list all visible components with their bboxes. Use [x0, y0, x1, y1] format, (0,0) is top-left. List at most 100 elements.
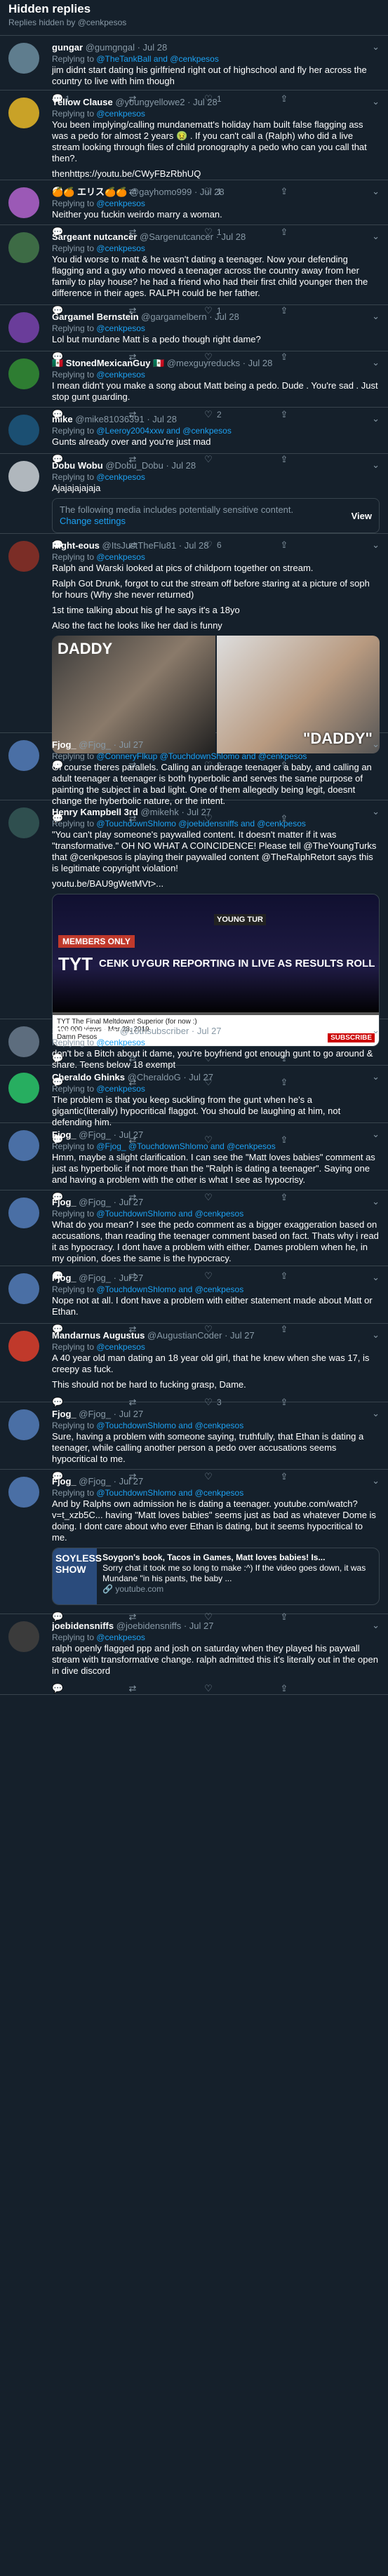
reply-mention-link[interactable]: @cenkpesos: [96, 1632, 145, 1642]
chevron-down-icon[interactable]: ⌄: [372, 311, 380, 322]
reply-mention-link[interactable]: @cenkpesos: [96, 472, 145, 482]
reply-mention-link[interactable]: @cenkpesos: [96, 323, 145, 333]
display-name[interactable]: 10thsubscriber: [52, 1026, 117, 1036]
tweet[interactable]: ⌄ Fjog_ @Fjog_ · Jul 27 Replying to @Conne…: [0, 733, 388, 824]
avatar[interactable]: [8, 1273, 39, 1304]
reply-mention-link[interactable]: @cenkpesos: [96, 552, 145, 562]
share-icon[interactable]: ⇪: [279, 1683, 289, 1694]
tweet[interactable]: ⌄ Right-eous @ItsJustTheFlu81 · Jul 28 Rep…: [0, 534, 388, 770]
reply-mention-link[interactable]: @cenkpesos: [96, 370, 145, 380]
link-card-thumbnail[interactable]: SOYLESS SHOW: [53, 1548, 102, 1604]
reply-mention-link[interactable]: @cenkpesos: [96, 109, 145, 119]
tweet[interactable]: ⌄ 🇲🇽 StonedMexicanGuy 🇲🇽 @mexguyreducks ·…: [0, 351, 388, 420]
chevron-down-icon[interactable]: ⌄: [372, 539, 380, 551]
chevron-down-icon[interactable]: ⌄: [372, 1329, 380, 1341]
display-name[interactable]: Fjog_: [52, 1273, 76, 1283]
video-frame[interactable]: MEMBERS ONLY TYT CENK UYGUR REPORTING IN L…: [53, 894, 379, 1015]
chevron-down-icon[interactable]: ⌄: [372, 96, 380, 107]
reply-mention-link[interactable]: @TouchdownShlomo and @cenkpesos: [96, 1209, 243, 1219]
like-button[interactable]: ♡: [203, 1683, 279, 1694]
chevron-down-icon[interactable]: ⌄: [372, 357, 380, 368]
chevron-down-icon[interactable]: ⌄: [372, 1272, 380, 1283]
avatar[interactable]: [8, 98, 39, 128]
chevron-down-icon[interactable]: ⌄: [372, 1071, 380, 1082]
avatar[interactable]: [8, 358, 39, 389]
display-name[interactable]: gungar: [52, 42, 83, 53]
like-icon[interactable]: ♡: [203, 1683, 213, 1694]
chevron-down-icon[interactable]: ⌄: [372, 1196, 380, 1207]
reply-mention-link[interactable]: @cenkpesos: [96, 199, 145, 208]
avatar[interactable]: [8, 1477, 39, 1508]
avatar[interactable]: [8, 1409, 39, 1440]
chevron-down-icon[interactable]: ⌄: [372, 186, 380, 197]
avatar[interactable]: [8, 415, 39, 445]
reply-icon[interactable]: 💬: [52, 1683, 63, 1694]
avatar[interactable]: [8, 1026, 39, 1057]
tweet[interactable]: ⌄ Fjog_ @Fjog_ · Jul 27 Replying to @Touch…: [0, 1190, 388, 1281]
display-name[interactable]: Yellow Clause: [52, 97, 113, 107]
avatar[interactable]: [8, 740, 39, 771]
tweet[interactable]: ⌄ Fjog_ @Fjog_ · Jul 27 Replying to @Touch…: [0, 1470, 388, 1622]
display-name[interactable]: Cheraldo Ghinks: [52, 1072, 125, 1082]
retweet-icon[interactable]: ⇄: [128, 1683, 138, 1694]
tweet[interactable]: ⌄ Fjog_ @Fjog_ · Jul 27 Replying to @Touch…: [0, 1402, 388, 1482]
display-name[interactable]: Fjog_: [52, 1409, 76, 1419]
display-name[interactable]: Fjog_: [52, 739, 76, 750]
tweet[interactable]: ⌄ Mandarnus Augustus @AugustianCoder · Ju…: [0, 1324, 388, 1407]
display-name[interactable]: Sargeant nutcancer: [52, 232, 137, 242]
reply-mention-link[interactable]: @TouchdownShlomo and @cenkpesos: [96, 1284, 243, 1294]
display-name[interactable]: Right-eous: [52, 540, 100, 551]
display-name[interactable]: mike: [52, 414, 73, 424]
link-card[interactable]: SOYLESS SHOW Soygon's book, Tacos in Game…: [52, 1548, 380, 1605]
tweet[interactable]: ⌄ 10thsubscriber @10thsubscriber · Jul 27…: [0, 1019, 388, 1087]
display-name[interactable]: Dobu Wobu: [52, 460, 103, 471]
reply-button[interactable]: 💬: [52, 1683, 128, 1694]
avatar[interactable]: [8, 807, 39, 838]
tweet[interactable]: ⌄ mike @mike81036391 · Jul 28 Replying to …: [0, 408, 388, 464]
tweet[interactable]: ⌄ Dobu Wobu @Dobu_Dobu · Jul 28 Replying t…: [0, 454, 388, 550]
display-name[interactable]: 🇲🇽 StonedMexicanGuy 🇲🇽: [52, 358, 164, 368]
reply-mention-link[interactable]: @cenkpesos: [96, 243, 145, 253]
chevron-down-icon[interactable]: ⌄: [372, 1129, 380, 1140]
tweet[interactable]: ⌄ Fjog_ @Fjog_ · Jul 27 Replying to @Touch…: [0, 1266, 388, 1334]
tweet[interactable]: ⌄ 🍊🍊 エリス🍊🍊 @gayhomo999 · Jul 28 Replying t…: [0, 180, 388, 237]
avatar[interactable]: [8, 1198, 39, 1228]
tweet[interactable]: ⌄ Henry Kampbell 3rd @mikehk · Jul 27 Repl…: [0, 800, 388, 1064]
tweet[interactable]: ⌄ Cheraldo Ghinks @CheraldoG · Jul 27 Repl…: [0, 1066, 388, 1145]
avatar[interactable]: [8, 232, 39, 263]
tweet[interactable]: ⌄ joebidensniffs @joebidensniffs · Jul 27…: [0, 1614, 388, 1695]
avatar[interactable]: [8, 541, 39, 572]
reply-mention-link[interactable]: @cenkpesos: [96, 1038, 145, 1047]
avatar[interactable]: [8, 461, 39, 492]
reply-mention-link[interactable]: @ConneryFlkup @TouchdownShlomo and @cenk…: [96, 751, 307, 761]
avatar[interactable]: [8, 1073, 39, 1103]
chevron-down-icon[interactable]: ⌄: [372, 413, 380, 424]
chevron-down-icon[interactable]: ⌄: [372, 806, 380, 817]
chevron-down-icon[interactable]: ⌄: [372, 1475, 380, 1487]
change-settings-link[interactable]: Change settings: [60, 516, 126, 526]
reply-mention-link[interactable]: @Fjog_ @TouchdownShlomo and @cenkpesos: [96, 1141, 275, 1151]
share-button[interactable]: ⇪: [279, 1683, 355, 1694]
display-name[interactable]: Mandarnus Augustus: [52, 1330, 145, 1341]
avatar[interactable]: [8, 1621, 39, 1652]
avatar[interactable]: [8, 43, 39, 74]
display-name[interactable]: Fjog_: [52, 1129, 76, 1140]
reply-mention-link[interactable]: @TouchdownShlomo @joebidensniffs and @ce…: [96, 819, 306, 829]
display-name[interactable]: joebidensniffs: [52, 1621, 114, 1631]
chevron-down-icon[interactable]: ⌄: [372, 1025, 380, 1036]
tweet[interactable]: ⌄ Fjog_ @Fjog_ · Jul 27 Replying to @Fjog_…: [0, 1123, 388, 1202]
video-progress-bar[interactable]: [53, 1012, 379, 1015]
tweet[interactable]: ⌄ Gargamel Bernstein @gargamelbern · Jul …: [0, 305, 388, 362]
chevron-down-icon[interactable]: ⌄: [372, 1620, 380, 1631]
chevron-down-icon[interactable]: ⌄: [372, 459, 380, 471]
display-name[interactable]: Henry Kampbell 3rd: [52, 807, 138, 817]
tweet[interactable]: ⌄ Yellow Clause @youngyellowe2 · Jul 28 Re…: [0, 90, 388, 196]
reply-mention-link[interactable]: @cenkpesos: [96, 1342, 145, 1352]
view-button[interactable]: View: [352, 511, 372, 521]
avatar[interactable]: [8, 187, 39, 218]
display-name[interactable]: Gargamel Bernstein: [52, 311, 139, 322]
tweet[interactable]: ⌄ gungar @gumgngal · Jul 28 Replying to @T…: [0, 36, 388, 104]
chevron-down-icon[interactable]: ⌄: [372, 41, 380, 53]
display-name[interactable]: Fjog_: [52, 1197, 76, 1207]
tweet[interactable]: ⌄ Sargeant nutcancer @Sargenutcancer · Ju…: [0, 225, 388, 316]
